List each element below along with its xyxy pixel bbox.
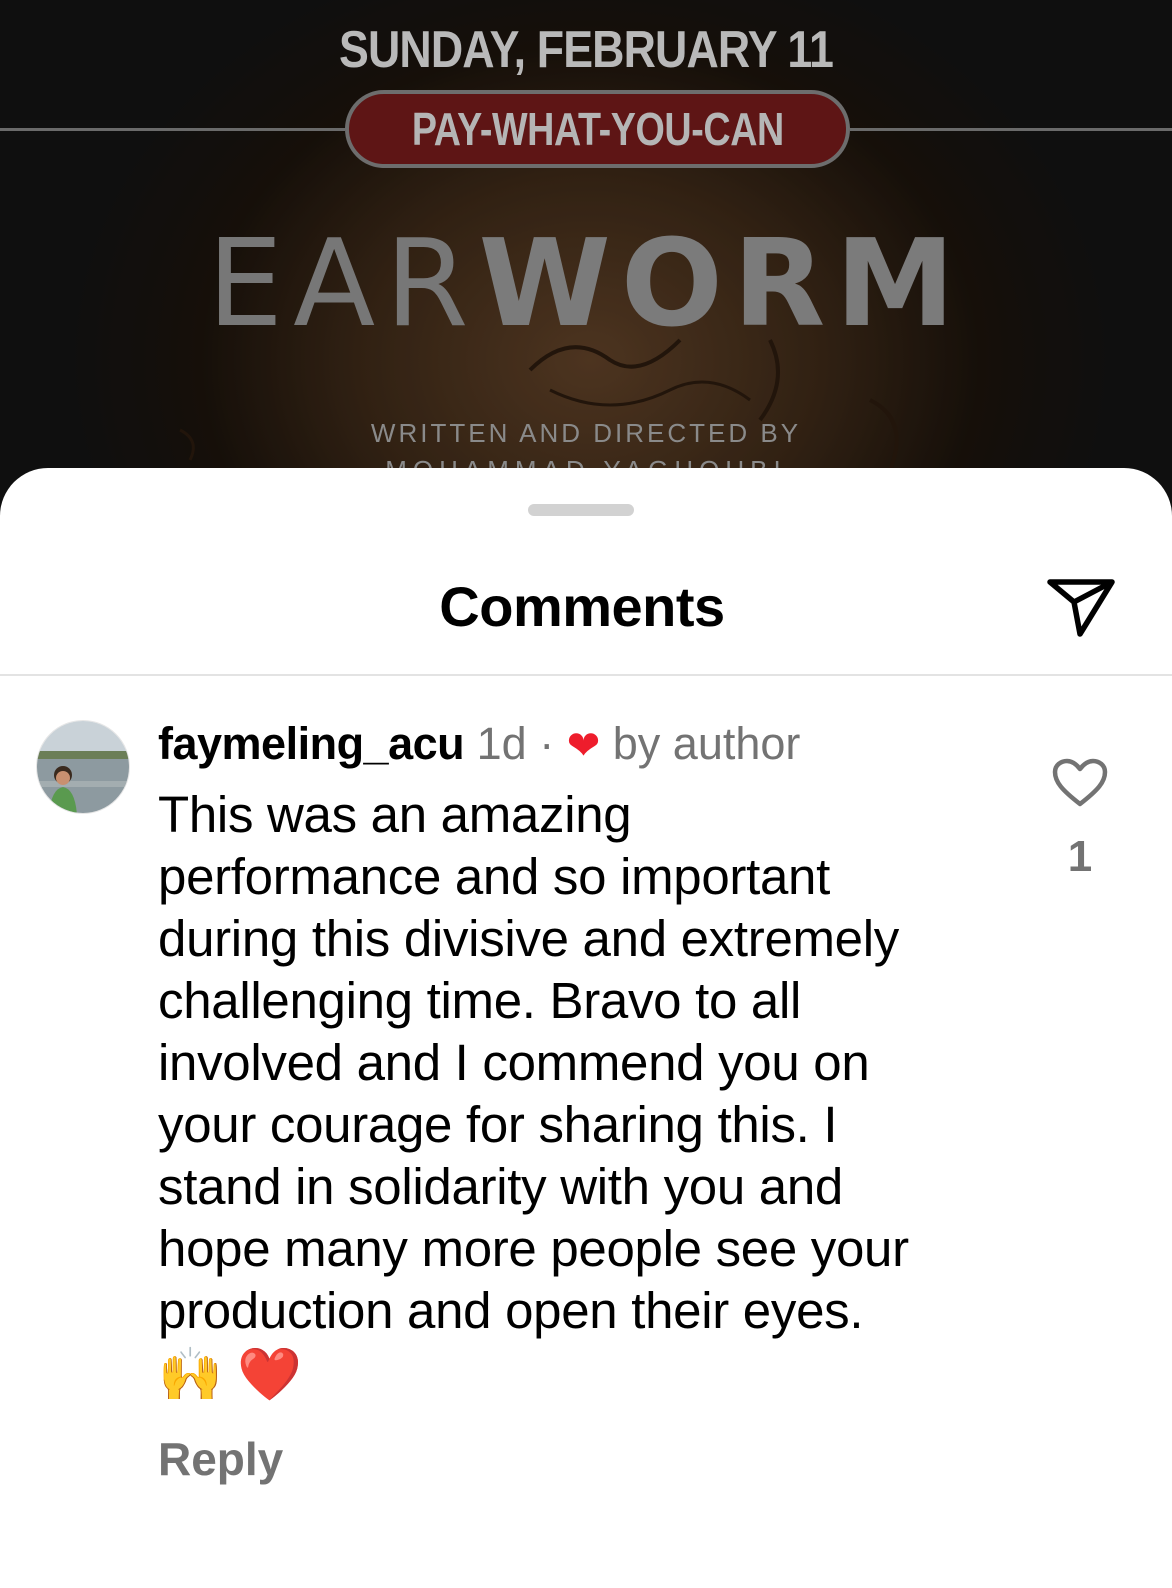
poster-badge-label: PAY-WHAT-YOU-CAN	[411, 103, 784, 155]
poster-rule-right	[850, 128, 1172, 131]
poster-badge: PAY-WHAT-YOU-CAN	[345, 90, 850, 168]
post-image: SUNDAY, FEBRUARY 11 PAY-WHAT-YOU-CAN EAR…	[0, 0, 1172, 520]
avatar-photo	[37, 721, 129, 813]
comment-item: faymeling_acu 1d · ❤ by author This was …	[158, 718, 1018, 1486]
header-divider	[0, 674, 1172, 676]
poster-title-bold: WORM	[478, 215, 965, 354]
reply-button[interactable]: Reply	[158, 1432, 1018, 1486]
poster-rule-left	[0, 128, 345, 131]
sheet-grabber-handle[interactable]	[528, 504, 634, 516]
comment-time: 1d	[476, 718, 527, 769]
liked-by-author-label: by author	[612, 718, 801, 769]
meta-separator: ·	[539, 718, 555, 769]
like-comment-button[interactable]	[1052, 758, 1108, 808]
poster-credit: WRITTEN AND DIRECTED BY	[370, 418, 802, 448]
share-button[interactable]	[1046, 576, 1116, 638]
poster-date: SUNDAY, FEBRUARY 11	[339, 21, 834, 79]
avatar[interactable]	[36, 720, 130, 814]
comment-emojis: 🙌 ❤️	[158, 1344, 1018, 1406]
comment-meta: faymeling_acu 1d · ❤ by author	[158, 718, 1018, 772]
red-heart-emoji: ❤️	[237, 1346, 302, 1404]
comment-username[interactable]: faymeling_acu	[158, 718, 465, 769]
raising-hands-emoji: 🙌	[158, 1346, 223, 1404]
poster-title-light: EAR	[207, 215, 479, 354]
comment-text: This was an amazing performance and so i…	[158, 786, 909, 1339]
liked-by-author-heart-icon: ❤	[566, 724, 601, 768]
sheet-title: Comments	[439, 575, 725, 638]
heart-outline-icon	[1052, 758, 1108, 807]
like-count: 1	[1067, 832, 1093, 881]
poster-title: EARWORM	[0, 225, 1172, 345]
comments-sheet: Comments faymeling_acu 1d · ❤ by author …	[0, 468, 1172, 1588]
paper-plane-icon	[1047, 579, 1115, 637]
